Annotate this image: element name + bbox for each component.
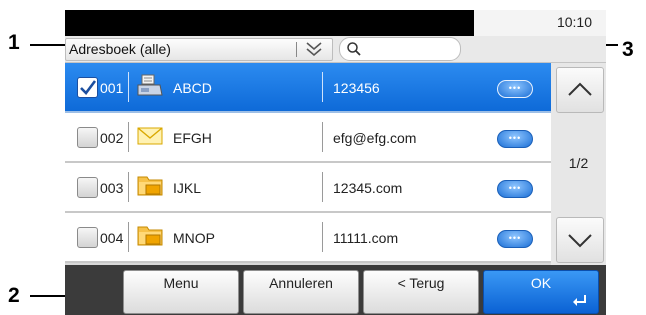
- contact-name: IJKL: [173, 180, 202, 196]
- contact-name: ABCD: [173, 80, 212, 96]
- cancel-button-label: Annuleren: [269, 275, 333, 291]
- fax-icon: [136, 73, 164, 99]
- more-dots-icon: •••: [508, 133, 522, 143]
- details-button[interactable]: •••: [497, 230, 533, 248]
- checkmark-icon: [80, 80, 97, 95]
- row-number: 003: [100, 180, 124, 196]
- divider: [128, 172, 129, 202]
- list-item[interactable]: 003 IJKL 12345.com •••: [65, 163, 551, 213]
- callout-line-1: [30, 44, 65, 46]
- back-button-label: < Terug: [397, 275, 445, 291]
- list-item[interactable]: 004 MNOP 11111.com •••: [65, 213, 551, 263]
- more-dots-icon: •••: [508, 83, 522, 93]
- divider: [322, 172, 323, 202]
- contact-address: 123456: [333, 80, 380, 96]
- chevron-up-icon: [568, 82, 592, 96]
- divider: [322, 122, 323, 152]
- address-list: 001 ABCD 123456 ••• 002 EFGH efg@efg.com…: [65, 63, 551, 265]
- contact-address: 12345.com: [333, 180, 403, 196]
- select-divider: [296, 42, 297, 57]
- double-chevron-down-icon: [304, 39, 324, 62]
- row-number: 002: [100, 130, 124, 146]
- more-dots-icon: •••: [508, 183, 522, 193]
- back-button[interactable]: < Terug: [363, 270, 479, 314]
- scroll-down-button[interactable]: [556, 217, 604, 263]
- details-button[interactable]: •••: [497, 130, 533, 148]
- search-input[interactable]: [339, 37, 461, 61]
- scroll-panel: 1/2: [551, 63, 606, 265]
- divider: [322, 222, 323, 252]
- row-checkbox[interactable]: [77, 77, 98, 98]
- divider: [128, 122, 129, 152]
- row-number: 001: [100, 80, 124, 96]
- contact-name: MNOP: [173, 230, 215, 246]
- divider: [128, 222, 129, 252]
- contact-name: EFGH: [173, 130, 212, 146]
- page-indicator: 1/2: [568, 155, 589, 171]
- callout-2: 2: [8, 284, 20, 307]
- divider: [128, 72, 129, 102]
- list-item[interactable]: 002 EFGH efg@efg.com •••: [65, 113, 551, 163]
- menu-button[interactable]: Menu: [123, 270, 239, 314]
- contact-address: efg@efg.com: [333, 130, 417, 146]
- chevron-down-icon: [568, 234, 592, 248]
- bottom-toolbar: Menu Annuleren < Terug OK: [65, 265, 606, 315]
- ok-button[interactable]: OK: [483, 270, 599, 314]
- row-checkbox[interactable]: [77, 177, 98, 198]
- address-book-label: Adresboek (alle): [69, 41, 171, 57]
- clock-time: 10:10: [556, 14, 592, 30]
- callout-1: 1: [8, 31, 20, 54]
- row-checkbox[interactable]: [77, 127, 98, 148]
- scroll-up-button[interactable]: [556, 67, 604, 113]
- menu-button-label: Menu: [163, 275, 199, 291]
- details-button[interactable]: •••: [497, 180, 533, 198]
- details-button[interactable]: •••: [497, 80, 533, 98]
- status-bar: 10:10: [65, 10, 606, 36]
- divider: [322, 72, 323, 102]
- address-book-bar: Adresboek (alle): [65, 36, 606, 63]
- callout-3: 3: [622, 38, 634, 61]
- ok-button-label: OK: [530, 275, 552, 291]
- address-book-select[interactable]: Adresboek (alle): [65, 38, 333, 61]
- cancel-button[interactable]: Annuleren: [243, 270, 359, 314]
- list-item[interactable]: 001 ABCD 123456 •••: [65, 63, 551, 113]
- row-checkbox[interactable]: [77, 227, 98, 248]
- device-screen: 10:10 Adresboek (alle) 001 ABCD 123456 •…: [65, 10, 606, 315]
- more-dots-icon: •••: [508, 233, 522, 243]
- row-number: 004: [100, 230, 124, 246]
- email-icon: [136, 123, 164, 149]
- enter-icon: [573, 295, 586, 306]
- time-box: 10:10: [474, 10, 606, 36]
- search-icon: [347, 42, 361, 56]
- contact-address: 11111.com: [333, 230, 399, 246]
- folder-icon: [136, 173, 164, 199]
- folder-icon: [136, 223, 164, 249]
